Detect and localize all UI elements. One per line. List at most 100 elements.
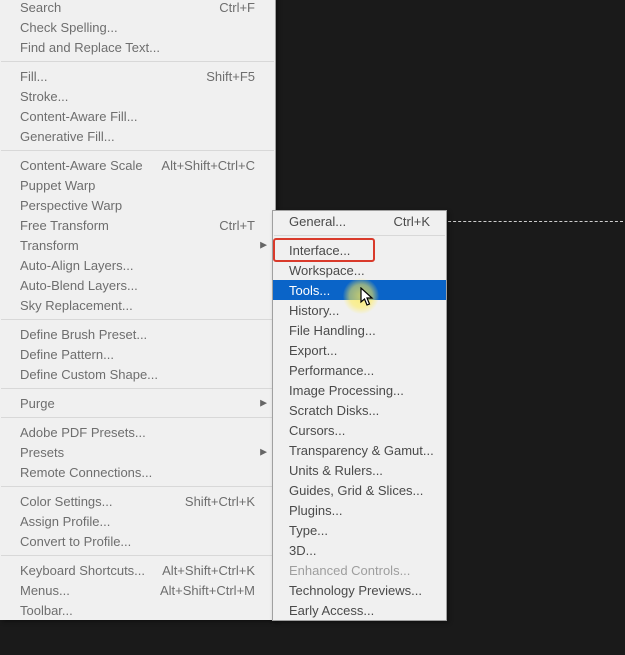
submenu-item-label: Enhanced Controls... <box>289 563 430 578</box>
menu-item-label: Auto-Blend Layers... <box>20 278 255 293</box>
submenu-item-label: Tools... <box>289 283 430 298</box>
menu-item-label: Assign Profile... <box>20 514 255 529</box>
menu-item-label: Fill... <box>20 69 206 84</box>
menu-item-label: Perspective Warp <box>20 198 255 213</box>
submenu-item-early-access[interactable]: Early Access... <box>273 600 446 620</box>
menu-item-label: Remote Connections... <box>20 465 255 480</box>
menu-item-keyboard-shortcuts[interactable]: Keyboard Shortcuts...Alt+Shift+Ctrl+K <box>0 560 275 580</box>
menu-item-auto-align-layers[interactable]: Auto-Align Layers... <box>0 255 275 275</box>
menu-item-label: Purge <box>20 396 255 411</box>
menu-item-label: Search <box>20 0 219 15</box>
app-canvas: SearchCtrl+FCheck Spelling...Find and Re… <box>0 0 625 655</box>
menu-item-menus[interactable]: Menus...Alt+Shift+Ctrl+M <box>0 580 275 600</box>
menu-item-label: Color Settings... <box>20 494 185 509</box>
menu-item-label: Stroke... <box>20 89 255 104</box>
menu-item-label: Menus... <box>20 583 160 598</box>
menu-item-content-aware-scale[interactable]: Content-Aware ScaleAlt+Shift+Ctrl+C <box>0 155 275 175</box>
submenu-item-label: Plugins... <box>289 503 430 518</box>
submenu-item-label: Performance... <box>289 363 430 378</box>
submenu-item-export[interactable]: Export... <box>273 340 446 360</box>
menu-item-define-pattern[interactable]: Define Pattern... <box>0 344 275 364</box>
submenu-item-label: Cursors... <box>289 423 430 438</box>
menu-item-label: Find and Replace Text... <box>20 40 255 55</box>
menu-item-adobe-pdf-presets[interactable]: Adobe PDF Presets... <box>0 422 275 442</box>
menu-separator <box>1 150 274 151</box>
menu-item-free-transform[interactable]: Free TransformCtrl+T <box>0 215 275 235</box>
menu-item-content-aware-fill[interactable]: Content-Aware Fill... <box>0 106 275 126</box>
menu-item-check-spelling[interactable]: Check Spelling... <box>0 17 275 37</box>
menu-item-shortcut: Alt+Shift+Ctrl+C <box>161 158 255 173</box>
menu-item-convert-to-profile[interactable]: Convert to Profile... <box>0 531 275 551</box>
submenu-item-workspace[interactable]: Workspace... <box>273 260 446 280</box>
menu-item-label: Generative Fill... <box>20 129 255 144</box>
submenu-item-transparency-gamut[interactable]: Transparency & Gamut... <box>273 440 446 460</box>
menu-item-define-custom-shape[interactable]: Define Custom Shape... <box>0 364 275 384</box>
menu-separator <box>1 388 274 389</box>
menu-item-label: Puppet Warp <box>20 178 255 193</box>
menu-item-toolbar[interactable]: Toolbar... <box>0 600 275 620</box>
menu-item-purge[interactable]: Purge▶ <box>0 393 275 413</box>
canvas-edge-dashed <box>443 221 623 223</box>
menu-item-generative-fill[interactable]: Generative Fill... <box>0 126 275 146</box>
submenu-item-label: History... <box>289 303 430 318</box>
submenu-item-label: Transparency & Gamut... <box>289 443 434 458</box>
preferences-submenu: General...Ctrl+K Interface... Workspace...… <box>272 210 447 621</box>
menu-item-perspective-warp[interactable]: Perspective Warp <box>0 195 275 215</box>
menu-separator <box>1 61 274 62</box>
menu-item-remote-connections[interactable]: Remote Connections... <box>0 462 275 482</box>
menu-item-label: Content-Aware Scale <box>20 158 161 173</box>
submenu-item-units-rulers[interactable]: Units & Rulers... <box>273 460 446 480</box>
submenu-item-label: Image Processing... <box>289 383 430 398</box>
menu-separator <box>1 319 274 320</box>
submenu-item-label: Scratch Disks... <box>289 403 430 418</box>
menu-item-transform[interactable]: Transform▶ <box>0 235 275 255</box>
menu-item-fill[interactable]: Fill...Shift+F5 <box>0 66 275 86</box>
submenu-item-scratch-disks[interactable]: Scratch Disks... <box>273 400 446 420</box>
menu-item-auto-blend-layers[interactable]: Auto-Blend Layers... <box>0 275 275 295</box>
submenu-item-tools[interactable]: Tools... <box>273 280 446 300</box>
menu-item-shortcut: Shift+Ctrl+K <box>185 494 255 509</box>
menu-item-shortcut: Alt+Shift+Ctrl+K <box>162 563 255 578</box>
submenu-item-file-handling[interactable]: File Handling... <box>273 320 446 340</box>
submenu-item-label: 3D... <box>289 543 430 558</box>
menu-item-shortcut: Ctrl+F <box>219 0 255 15</box>
submenu-item-label: Workspace... <box>289 263 430 278</box>
submenu-item-label: Type... <box>289 523 430 538</box>
edit-menu: SearchCtrl+FCheck Spelling...Find and Re… <box>0 0 276 620</box>
submenu-item-image-processing[interactable]: Image Processing... <box>273 380 446 400</box>
menu-item-label: Keyboard Shortcuts... <box>20 563 162 578</box>
submenu-item-general[interactable]: General...Ctrl+K <box>273 211 446 231</box>
menu-item-label: Define Brush Preset... <box>20 327 255 342</box>
submenu-item-cursors[interactable]: Cursors... <box>273 420 446 440</box>
submenu-item-label: Units & Rulers... <box>289 463 430 478</box>
submenu-separator <box>274 235 445 236</box>
menu-item-label: Sky Replacement... <box>20 298 255 313</box>
submenu-item-history[interactable]: History... <box>273 300 446 320</box>
submenu-item-guides-grid-slices[interactable]: Guides, Grid & Slices... <box>273 480 446 500</box>
menu-item-find-and-replace-text[interactable]: Find and Replace Text... <box>0 37 275 57</box>
menu-item-label: Content-Aware Fill... <box>20 109 255 124</box>
menu-item-shortcut: Alt+Shift+Ctrl+M <box>160 583 255 598</box>
menu-separator <box>1 486 274 487</box>
menu-item-puppet-warp[interactable]: Puppet Warp <box>0 175 275 195</box>
menu-item-search[interactable]: SearchCtrl+F <box>0 0 275 17</box>
menu-item-sky-replacement[interactable]: Sky Replacement... <box>0 295 275 315</box>
submenu-item-label: Guides, Grid & Slices... <box>289 483 430 498</box>
submenu-item-label: File Handling... <box>289 323 430 338</box>
menu-item-label: Auto-Align Layers... <box>20 258 255 273</box>
submenu-item-3d[interactable]: 3D... <box>273 540 446 560</box>
submenu-item-performance[interactable]: Performance... <box>273 360 446 380</box>
submenu-item-technology-previews[interactable]: Technology Previews... <box>273 580 446 600</box>
menu-item-assign-profile[interactable]: Assign Profile... <box>0 511 275 531</box>
submenu-arrow-icon: ▶ <box>260 447 267 458</box>
menu-item-label: Free Transform <box>20 218 219 233</box>
menu-item-label: Presets <box>20 445 255 460</box>
submenu-item-interface[interactable]: Interface... <box>273 240 446 260</box>
menu-item-stroke[interactable]: Stroke... <box>0 86 275 106</box>
menu-item-color-settings[interactable]: Color Settings...Shift+Ctrl+K <box>0 491 275 511</box>
submenu-item-enhanced-controls[interactable]: Enhanced Controls... <box>273 560 446 580</box>
menu-item-presets[interactable]: Presets ▶ <box>0 442 275 462</box>
menu-item-define-brush-preset[interactable]: Define Brush Preset... <box>0 324 275 344</box>
submenu-item-type[interactable]: Type... <box>273 520 446 540</box>
submenu-item-plugins[interactable]: Plugins... <box>273 500 446 520</box>
